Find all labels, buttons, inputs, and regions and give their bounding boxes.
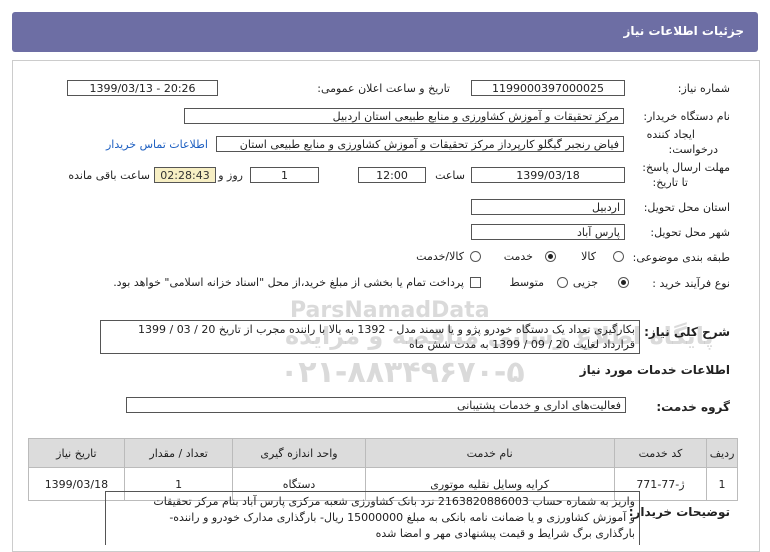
announce-label: تاریخ و ساعت اعلان عمومی: (317, 82, 450, 95)
col-unit: واحد اندازه گیری (232, 438, 366, 468)
description-box: بکارگیری تعداد یک دستگاه خودرو پژو و یا … (100, 320, 640, 354)
description-label: شرح کلی نیاز: (644, 325, 730, 339)
category-radio-goods[interactable] (613, 251, 624, 262)
col-need-date: تاریخ نیاز (28, 438, 125, 468)
need-number-label: شماره نیاز: (677, 82, 730, 95)
province-label: استان محل تحویل: (643, 201, 730, 214)
treasury-payment-checkbox[interactable] (470, 277, 481, 288)
remaining-label: ساعت باقی مانده (68, 169, 150, 182)
buyer-org-field: مرکز تحقیقات و آموزش کشاورزی و منابع طبی… (184, 108, 624, 124)
col-service-code: کد خدمت (613, 438, 708, 468)
creator-label-2: درخواست: (668, 143, 718, 156)
process-radio-minor[interactable] (618, 277, 629, 288)
buyer-notes-label: توضیحات خریدار: (628, 505, 730, 519)
buyer-contact-link[interactable]: اطلاعات تماس خریدار (106, 138, 208, 151)
process-label: نوع فرآیند خرید : (652, 277, 730, 290)
city-field: پارس آباد (471, 224, 625, 240)
category-radio-goods-service[interactable] (470, 251, 481, 262)
watermark-line2: ۰۲۱-۸۸۳۴۹۶۷۰-۵ (280, 355, 525, 390)
buyer-org-label: نام دستگاه خریدار: (643, 110, 730, 123)
category-radio-service[interactable] (545, 251, 556, 262)
service-group-field: فعالیت‌های اداری و خدمات پشتیبانی (126, 397, 626, 413)
deadline-date-field: 1399/03/18 (471, 167, 625, 183)
services-section-title: اطلاعات خدمات مورد نیاز (579, 363, 730, 377)
col-service-name: نام خدمت (364, 438, 615, 468)
buyer-notes-box: واریز به شماره حساب 2163820886003 نزد با… (105, 491, 640, 545)
category-option-goods-service: کالا/خدمت (416, 250, 464, 263)
description-line-1: بکارگیری تعداد یک دستگاه خودرو پژو و یا … (137, 323, 635, 336)
page-title: جزئیات اطلاعات نیاز (623, 24, 744, 38)
deadline-time-field: 12:00 (358, 167, 426, 183)
category-option-goods: کالا (581, 250, 596, 263)
category-label: طبقه بندی موضوعی: (632, 251, 730, 264)
description-line-2: قرارداد لغایت 20 / 09 / 1399 به مدت شش م… (408, 338, 635, 351)
process-option-medium: متوسط (509, 276, 544, 289)
creator-label-1: ایجاد کننده (646, 128, 695, 141)
service-group-label: گروه خدمت: (656, 400, 730, 414)
province-field: اردبیل (471, 199, 625, 215)
cell-row-number: 1 (706, 467, 738, 501)
remaining-time-field: 02:28:43 (154, 167, 216, 183)
deadline-label-1: مهلت ارسال پاسخ: (642, 161, 730, 174)
process-note: پرداخت تمام یا بخشی از مبلغ خرید،از محل … (113, 276, 464, 289)
creator-field: فیاض رنجبر گیگلو کارپرداز مرکز تحقیقات و… (216, 136, 624, 152)
days-label: روز و (218, 169, 243, 182)
buyer-notes-line-1: واریز به شماره حساب 2163820886003 نزد با… (153, 495, 635, 508)
announce-field: 1399/03/13 - 20:26 (67, 80, 218, 96)
deadline-label-2: تا تاریخ: (652, 176, 688, 189)
page-header: جزئیات اطلاعات نیاز (12, 12, 758, 52)
process-radio-medium[interactable] (557, 277, 568, 288)
time-label: ساعت (435, 169, 465, 182)
buyer-notes-line-3: بارگذاری برگ شرایط و قیمت پیشنهادی مهر و… (375, 527, 635, 540)
process-option-minor: جزیی (572, 276, 598, 289)
col-quantity: تعداد / مقدار (123, 438, 234, 468)
category-option-service: خدمت (503, 250, 533, 263)
days-field: 1 (250, 167, 319, 183)
need-number-field: 1199000397000025 (471, 80, 625, 96)
col-row-number: ردیف (706, 438, 738, 468)
buyer-notes-line-2: و آموزش کشاورزی و یا ضمانت نامه بانکی به… (169, 511, 635, 524)
city-label: شهر محل تحویل: (650, 226, 730, 239)
services-table-header: تاریخ نیاز تعداد / مقدار واحد اندازه گیر… (28, 438, 738, 468)
